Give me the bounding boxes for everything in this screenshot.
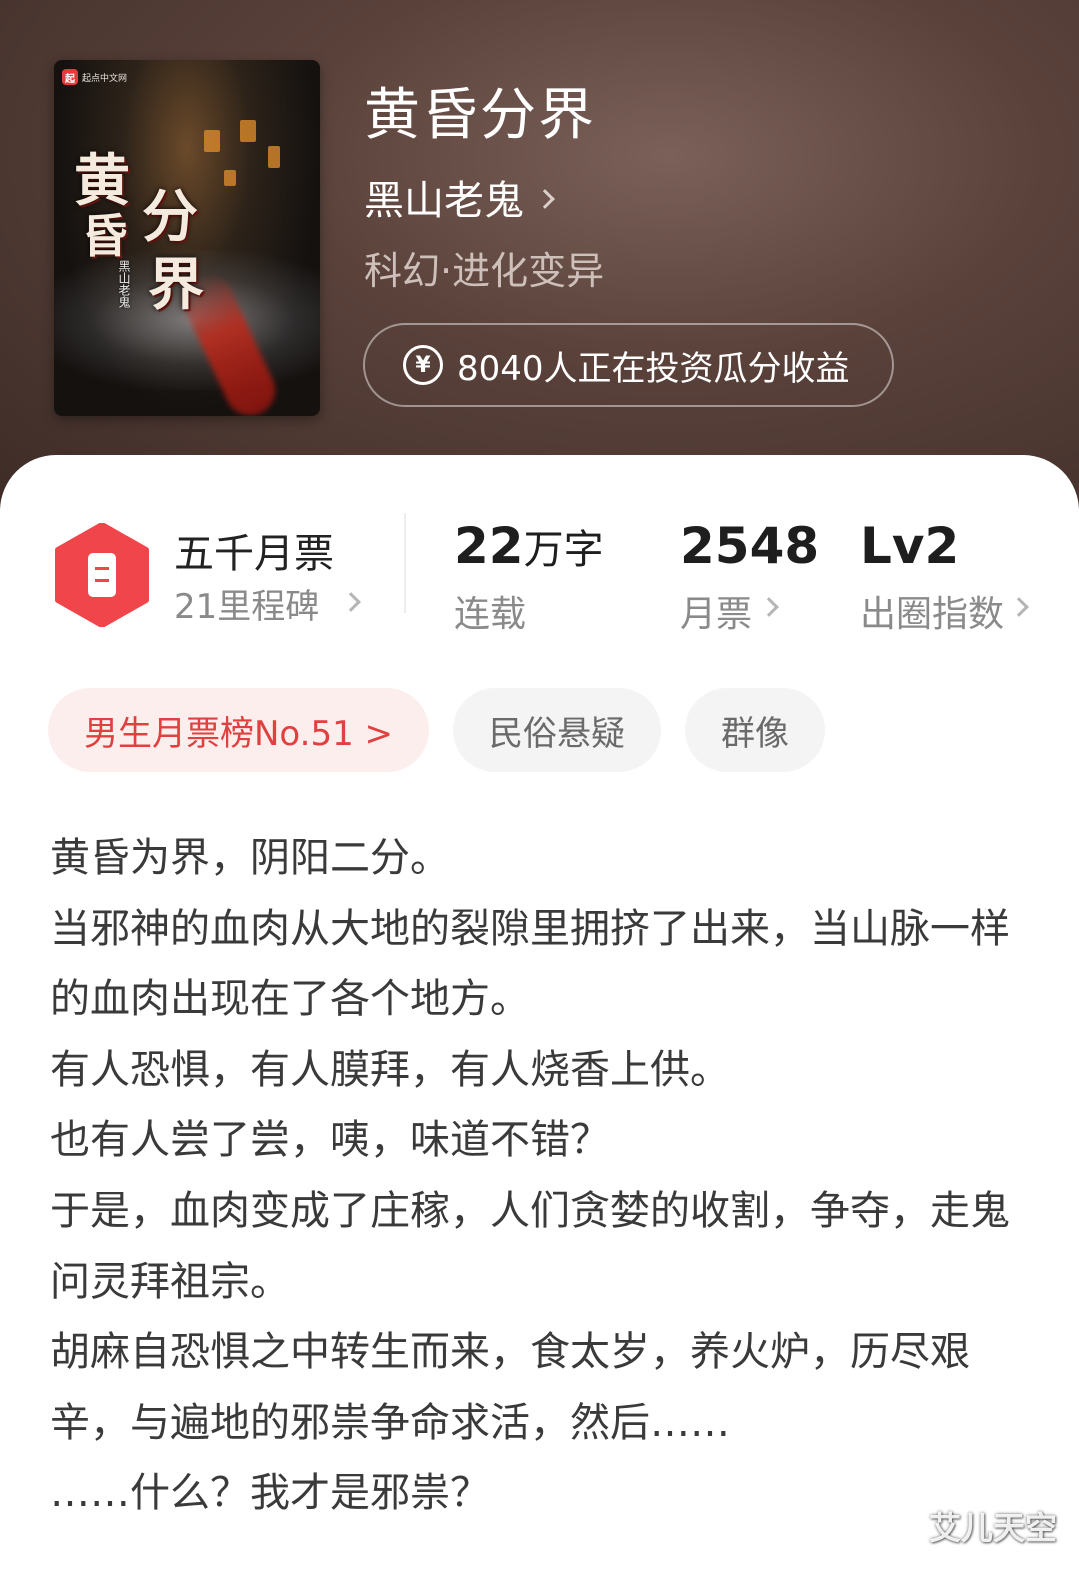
synopsis-line: 有人恐惧，有人膜拜，有人烧香上供。: [50, 1046, 730, 1093]
synopsis-line: 当邪神的血肉从大地的裂隙里拥挤了出来，当山脉一样的血肉出现在了各个地方。: [50, 905, 1010, 1023]
popularity-label: 出圈指数: [860, 594, 1005, 635]
book-cover[interactable]: 起 起点中文网 黄 昏 分 界 黑山老鬼: [54, 60, 320, 416]
word-count-value: 22万字: [454, 517, 604, 575]
synopsis-line: ……什么？我才是邪祟？: [50, 1470, 490, 1517]
book-synopsis[interactable]: 黄昏为界，阴阳二分。 当邪神的血肉从大地的裂隙里拥挤了出来，当山脉一样的血肉出现…: [50, 823, 1010, 1529]
cover-window: [204, 130, 220, 152]
monthly-ticket-label: 月票: [680, 594, 753, 635]
cover-author: 黑山老鬼: [117, 260, 131, 308]
ticket-subtitle: 21里程碑: [174, 587, 320, 627]
cover-title-char: 界: [148, 252, 204, 318]
cover-publisher-logo: 起 起点中文网: [62, 68, 127, 86]
synopsis-line: 于是，血肉变成了庄稼，人们贪婪的收割，争夺，走鬼问灵拜祖宗。: [50, 1187, 1010, 1305]
book-info-card: 五千月票 21里程碑 22万字 连载 2548 月票 Lv2 出圈指数 男生月票: [0, 455, 1079, 1569]
chevron-right-icon: [341, 592, 361, 612]
chevron-right-icon: [535, 189, 555, 209]
chevron-right-icon: [1009, 597, 1029, 617]
book-detail-page: 起 起点中文网 黄 昏 分 界 黑山老鬼 黄昏分界 黑山老鬼 科幻·进化变异 ¥…: [0, 0, 1079, 1569]
book-title: 黄昏分界: [364, 83, 596, 148]
ticket-title: 五千月票: [174, 531, 334, 577]
invest-button[interactable]: ¥ 8040人正在投资瓜分收益: [363, 323, 894, 407]
invest-text: 8040人正在投资瓜分收益: [457, 348, 850, 389]
author-name: 黑山老鬼: [364, 178, 524, 224]
cover-window: [268, 146, 280, 168]
qidian-logo-icon: 起: [62, 69, 78, 85]
popularity-level: Lv2: [860, 517, 960, 575]
cover-publisher-name: 起点中文网: [82, 73, 128, 84]
watermark: 艾儿天空: [928, 1509, 1057, 1547]
cover-title-char: 昏: [82, 209, 128, 263]
author-link[interactable]: 黑山老鬼: [364, 168, 555, 226]
tag-folk-mystery[interactable]: 民俗悬疑: [453, 688, 662, 772]
stats-divider: [404, 513, 406, 613]
tag-ensemble[interactable]: 群像: [685, 688, 826, 772]
cover-window: [224, 170, 236, 186]
tag-list: 男生月票榜No.51 > 民俗悬疑 群像: [48, 688, 826, 772]
book-header: 起 起点中文网 黄 昏 分 界 黑山老鬼 黄昏分界 黑山老鬼 科幻·进化变异 ¥…: [0, 0, 1079, 520]
ranking-tag[interactable]: 男生月票榜No.51 >: [48, 688, 430, 772]
chevron-right-icon: [759, 597, 779, 617]
book-genre: 科幻·进化变异: [364, 249, 605, 293]
yen-icon: ¥: [403, 345, 443, 385]
synopsis-line: 黄昏为界，阴阳二分。: [50, 835, 450, 881]
cover-window: [240, 120, 256, 142]
monthly-ticket-value: 2548: [680, 517, 820, 575]
word-count-label: 连载: [454, 594, 527, 635]
synopsis-line: 也有人尝了尝，咦，味道不错？: [50, 1117, 610, 1164]
stats-row: 五千月票 21里程碑 22万字 连载 2548 月票 Lv2 出圈指数: [0, 455, 1079, 655]
ticket-icon: [54, 522, 150, 628]
synopsis-line: 胡麻自恐惧之中转生而来，食太岁，养火炉，历尽艰辛，与遍地的邪祟争命求活，然后……: [50, 1329, 970, 1446]
